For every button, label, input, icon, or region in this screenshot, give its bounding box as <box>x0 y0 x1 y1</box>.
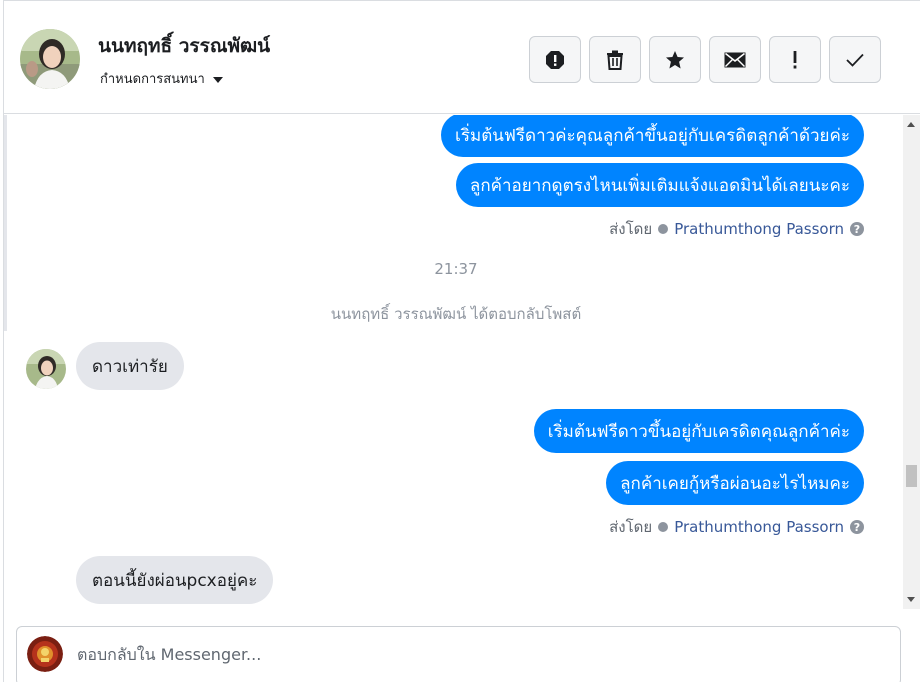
incoming-message[interactable]: ตอนนี้ยังผ่อนpcxอยู่คะ <box>76 556 274 604</box>
sent-by-line: ส่งโดย Prathumthong Passorn ? <box>609 217 864 241</box>
trash-icon <box>607 50 623 70</box>
star-icon <box>666 50 684 68</box>
delete-button[interactable] <box>589 36 641 83</box>
mark-unread-button[interactable] <box>709 36 761 83</box>
alert-octagon-icon <box>546 50 564 69</box>
outgoing-message[interactable]: ลูกค้าอยากดูตรงไหนเพิ่มเติมแจ้งแอดมินได้… <box>455 163 864 207</box>
sender-name-link[interactable]: Prathumthong Passorn <box>674 220 844 238</box>
sent-by-line: ส่งโดย Prathumthong Passorn ? <box>609 515 864 539</box>
scroll-down-arrow-icon[interactable] <box>907 597 915 602</box>
help-icon[interactable]: ? <box>850 520 864 534</box>
mark-done-button[interactable] <box>829 36 881 83</box>
outgoing-message[interactable]: เริ่มต้นฟรีดาวขึ้นอยู่กับเครดิตคุณลูกค้า… <box>533 409 864 453</box>
page-avatar <box>27 636 63 672</box>
sender-name-link[interactable]: Prathumthong Passorn <box>674 518 844 536</box>
spam-button[interactable] <box>529 36 581 83</box>
envelope-icon <box>724 52 746 67</box>
sent-by-label: ส่งโดย <box>609 220 653 238</box>
star-button[interactable] <box>649 36 701 83</box>
assign-conversation-dropdown[interactable]: กำหนดการสนทนา <box>100 68 223 89</box>
scroll-up-arrow-icon[interactable] <box>907 122 915 127</box>
caret-down-icon <box>212 76 223 83</box>
help-icon[interactable]: ? <box>850 222 864 236</box>
contact-avatar-small[interactable] <box>26 349 66 389</box>
outgoing-message[interactable]: เริ่มต้นฟรีดาวค่ะคุณลูกค้าขึ้นอยู่กับเคร… <box>441 115 864 157</box>
reply-input[interactable] <box>77 641 857 667</box>
incoming-message[interactable]: ดาวเท่ารัย <box>76 342 184 390</box>
message-thread[interactable]: เริ่มต้นฟรีดาวค่ะคุณลูกค้าขึ้นอยู่กับเคร… <box>4 115 920 609</box>
conversation-window: นนทฤทธิ์ วรรณพัฒน์ กำหนดการสนทนา เริ่มต้… <box>3 0 920 682</box>
scrollbar-thumb[interactable] <box>906 465 917 487</box>
check-icon <box>846 53 864 67</box>
sent-by-label: ส่งโดย <box>609 518 653 536</box>
system-note: นนทฤทธิ์ วรรณพัฒน์ ได้ตอบกลับโพสต์ <box>330 305 582 323</box>
reply-composer <box>16 626 901 682</box>
thread-left-edge <box>4 115 7 331</box>
follow-up-button[interactable] <box>769 36 821 83</box>
contact-name[interactable]: นนทฤทธิ์ วรรณพัฒน์ <box>98 31 270 61</box>
timestamp: 21:37 <box>434 260 478 278</box>
contact-avatar[interactable] <box>20 29 80 89</box>
assign-label: กำหนดการสนทนา <box>100 72 205 87</box>
exclamation-icon <box>793 50 797 68</box>
thread-scrollbar[interactable] <box>903 115 920 609</box>
header-actions <box>529 36 881 83</box>
outgoing-message[interactable]: ลูกค้าเคยกู้หรือผ่อนอะไรไหมคะ <box>606 461 864 505</box>
verified-dot-icon <box>658 522 669 532</box>
verified-dot-icon <box>658 224 669 234</box>
conversation-header: นนทฤทธิ์ วรรณพัฒน์ กำหนดการสนทนา <box>4 1 920 114</box>
